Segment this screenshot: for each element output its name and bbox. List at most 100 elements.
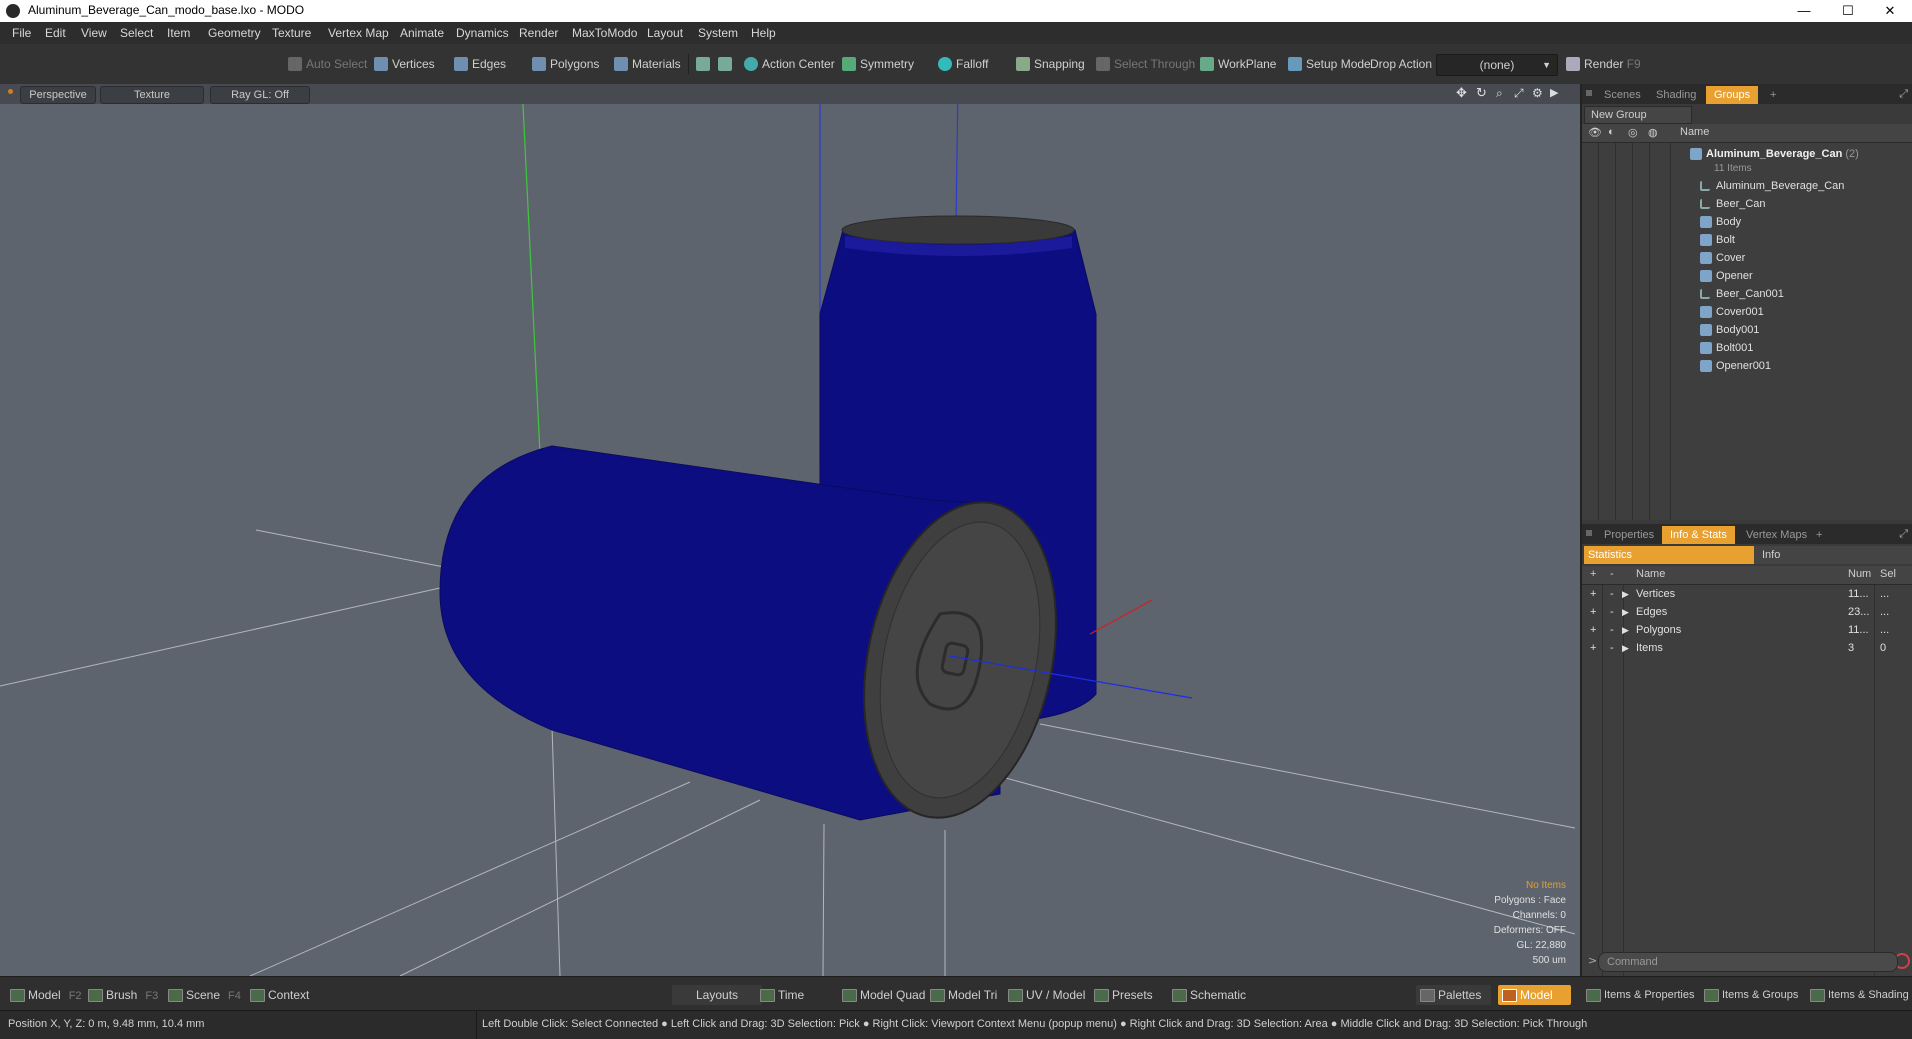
tree-item-body[interactable]: Body	[1582, 213, 1912, 231]
add-tab-button[interactable]: +	[1762, 86, 1784, 104]
tab-scenes[interactable]: Scenes	[1596, 86, 1649, 104]
polygons-button[interactable]: Polygons	[528, 54, 599, 74]
render-col-icon: ◐	[1608, 126, 1615, 138]
tree-item-body001[interactable]: Body001	[1582, 321, 1912, 339]
right-panel: Scenes Shading Groups + ⤢ New Group 👁 ◐ …	[1580, 84, 1912, 1023]
menu-render[interactable]: Render	[519, 26, 558, 40]
tab-shading[interactable]: Shading	[1648, 86, 1704, 104]
tree-item-beer-can[interactable]: Beer_Can	[1582, 195, 1912, 213]
layout-brush-button[interactable]: Brush F3	[84, 985, 158, 1005]
close-button[interactable]: ✕	[1868, 0, 1912, 22]
collapse-all-button[interactable]: -	[1610, 568, 1614, 580]
panel-menu-icon[interactable]	[1586, 530, 1592, 536]
tab-groups[interactable]: Groups	[1706, 86, 1759, 104]
tab-info-stats[interactable]: Info & Stats	[1662, 526, 1735, 544]
edges-icon	[454, 57, 468, 71]
menu-animate[interactable]: Animate	[400, 26, 444, 40]
menu-edit[interactable]: Edit	[45, 26, 66, 40]
tree-item-aluminum-beverage-can[interactable]: Aluminum_Beverage_Can	[1582, 177, 1912, 195]
model-tab-button[interactable]: Model	[1498, 985, 1571, 1005]
stats-row-polygons[interactable]: + - ▶ Polygons 11......	[1582, 621, 1912, 639]
pan-icon[interactable]: ✥	[1456, 86, 1467, 101]
falloff-icon	[938, 57, 952, 71]
tree-item-bolt[interactable]: Bolt	[1582, 231, 1912, 249]
scene-canvas[interactable]	[0, 84, 1580, 976]
command-input[interactable]: Command	[1598, 952, 1898, 972]
rotate-icon[interactable]: ↻	[1476, 86, 1487, 101]
vertices-button[interactable]: Vertices	[370, 54, 435, 74]
setup-mode-button[interactable]: Setup Mode	[1284, 54, 1371, 74]
menu-geometry[interactable]: Geometry	[208, 26, 261, 40]
auto-select-button[interactable]: Auto Select	[284, 54, 367, 74]
menu-texture[interactable]: Texture	[272, 26, 311, 40]
schematic-button[interactable]: Schematic	[1168, 985, 1246, 1005]
workplane-button[interactable]: WorkPlane	[1196, 54, 1276, 74]
action-center-button[interactable]: Action Center	[740, 54, 835, 74]
menu-select[interactable]: Select	[120, 26, 153, 40]
menu-layout[interactable]: Layout	[647, 26, 683, 40]
items-properties-button[interactable]: Items & Properties	[1582, 985, 1694, 1005]
layouts-button[interactable]: Layouts	[672, 985, 763, 1005]
raygl-button[interactable]: Ray GL: Off	[210, 86, 310, 104]
menu-vertex-map[interactable]: Vertex Map	[328, 26, 389, 40]
viewport-menu-icon[interactable]	[8, 89, 13, 94]
items-groups-button[interactable]: Items & Groups	[1700, 985, 1798, 1005]
tree-item-opener[interactable]: Opener	[1582, 267, 1912, 285]
layout-scene-button[interactable]: Scene F4	[164, 985, 241, 1005]
stats-row-items[interactable]: + - ▶ Items 3 0	[1582, 639, 1912, 657]
menu-item[interactable]: Item	[167, 26, 190, 40]
presets-button[interactable]: Presets	[1090, 985, 1153, 1005]
view-type-button[interactable]: Perspective	[20, 86, 96, 104]
tab-vertex-maps[interactable]: Vertex Maps	[1738, 526, 1815, 544]
panel-menu-icon[interactable]	[1586, 90, 1592, 96]
select-mode-b-button[interactable]	[714, 54, 736, 74]
palettes-button[interactable]: Palettes	[1416, 985, 1492, 1005]
model-quad-button[interactable]: Model Quad	[838, 985, 925, 1005]
snapping-button[interactable]: Snapping	[1012, 54, 1085, 74]
tree-item-opener001[interactable]: Opener001	[1582, 357, 1912, 375]
menu-maxtomodo[interactable]: MaxToModo	[572, 26, 637, 40]
layout-model-button[interactable]: Model F2	[6, 985, 82, 1005]
lying-can[interactable]	[439, 445, 1083, 836]
expand-all-button[interactable]: +	[1590, 568, 1596, 580]
model-tri-button[interactable]: Model Tri	[926, 985, 997, 1005]
play-icon[interactable]: ▶	[1550, 86, 1558, 99]
3d-viewport[interactable]: Perspective Texture Ray GL: Off ✥ ↻ ⌕ ⤢ …	[0, 84, 1580, 976]
fit-icon[interactable]: ⤢	[1514, 86, 1524, 101]
menu-system[interactable]: System	[698, 26, 738, 40]
stats-row-vertices[interactable]: + - ▶ Vertices 11......	[1582, 585, 1912, 603]
symmetry-button[interactable]: Symmetry	[838, 54, 914, 74]
tree-item-cover001[interactable]: Cover001	[1582, 303, 1912, 321]
shading-mode-button[interactable]: Texture	[100, 86, 204, 104]
render-button[interactable]: Render F9	[1562, 54, 1641, 74]
new-group-button[interactable]: New Group	[1584, 106, 1692, 124]
falloff-button[interactable]: Falloff	[934, 54, 988, 74]
tab-properties[interactable]: Properties	[1596, 526, 1662, 544]
tree-item-bolt001[interactable]: Bolt001	[1582, 339, 1912, 357]
menu-dynamics[interactable]: Dynamics	[456, 26, 509, 40]
materials-button[interactable]: Materials	[610, 54, 681, 74]
drop-action-select[interactable]: (none) ▼	[1436, 54, 1558, 76]
add-tab-button[interactable]: +	[1808, 526, 1830, 544]
tree-item-beer-can001[interactable]: Beer_Can001	[1582, 285, 1912, 303]
maximize-button[interactable]: ☐	[1826, 0, 1870, 22]
layout-context-button[interactable]: Context	[246, 985, 309, 1005]
menu-view[interactable]: View	[81, 26, 107, 40]
expand-icon[interactable]: ⤢	[1899, 527, 1908, 541]
select-mode-a-button[interactable]	[692, 54, 714, 74]
tree-item-cover[interactable]: Cover	[1582, 249, 1912, 267]
expand-icon[interactable]: ⤢	[1899, 87, 1908, 101]
time-button[interactable]: Time	[756, 985, 804, 1005]
zoom-icon[interactable]: ⌕	[1496, 86, 1503, 101]
menu-file[interactable]: File	[12, 26, 31, 40]
gear-icon[interactable]: ⚙	[1532, 86, 1543, 100]
subtab-info[interactable]: Info	[1762, 546, 1780, 564]
subtab-statistics[interactable]: Statistics	[1584, 546, 1754, 564]
uv-model-button[interactable]: UV / Model	[1004, 985, 1085, 1005]
select-through-button[interactable]: Select Through	[1092, 54, 1195, 74]
edges-button[interactable]: Edges	[450, 54, 506, 74]
minimize-button[interactable]: —	[1782, 0, 1826, 22]
items-shading-button[interactable]: Items & Shading	[1806, 985, 1909, 1005]
stats-row-edges[interactable]: + - ▶ Edges 23......	[1582, 603, 1912, 621]
menu-help[interactable]: Help	[751, 26, 776, 40]
